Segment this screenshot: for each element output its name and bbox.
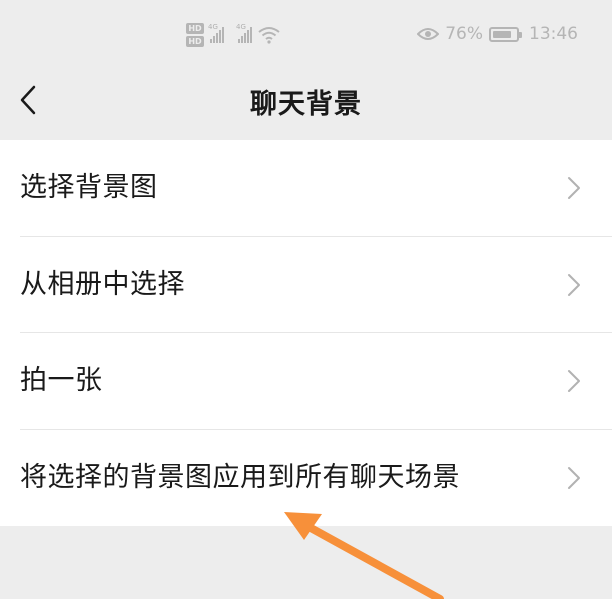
battery-percent: 76% bbox=[445, 24, 483, 44]
page-title: 聊天背景 bbox=[250, 89, 362, 120]
chevron-right-icon bbox=[568, 466, 580, 489]
battery-icon bbox=[489, 26, 522, 42]
nav-bar: 聊天背景 bbox=[0, 68, 612, 138]
menu-item-choose-background[interactable]: 选择背景图 bbox=[0, 140, 612, 237]
menu-item-label: 拍一张 bbox=[20, 365, 103, 396]
menu-item-label: 选择背景图 bbox=[20, 172, 158, 203]
network-type: 4G bbox=[236, 23, 246, 31]
menu-item-choose-from-album[interactable]: 从相册中选择 bbox=[0, 237, 612, 333]
clock: 13:46 bbox=[529, 24, 578, 44]
chevron-right-icon bbox=[568, 273, 580, 296]
menu-item-apply-to-all-chats[interactable]: 将选择的背景图应用到所有聊天场景 bbox=[0, 430, 612, 527]
signal-icon: 4G bbox=[208, 23, 224, 43]
chevron-right-icon bbox=[568, 177, 580, 199]
hd-badge: HD bbox=[186, 36, 204, 47]
hd-badge: HD bbox=[186, 23, 204, 34]
menu-item-take-photo[interactable]: 拍一张 bbox=[0, 333, 612, 430]
menu-item-label: 从相册中选择 bbox=[20, 268, 185, 300]
network-type: 4G bbox=[208, 23, 218, 31]
signal-icon: 4G bbox=[236, 23, 252, 43]
wifi-icon bbox=[258, 27, 280, 44]
network-indicators: HD HD 4G 4G bbox=[186, 18, 280, 52]
menu-item-label: 将选择的背景图应用到所有聊天场景 bbox=[20, 461, 460, 493]
eye-icon bbox=[417, 28, 440, 40]
settings-list: 选择背景图 从相册中选择 拍一张 将选择的背景图应用到所有聊天场景 bbox=[0, 140, 612, 526]
status-bar: HD HD 4G 4G 76% 13:46 bbox=[0, 0, 612, 68]
system-indicators: 76% 13:46 bbox=[417, 22, 578, 46]
chevron-right-icon bbox=[568, 370, 580, 392]
